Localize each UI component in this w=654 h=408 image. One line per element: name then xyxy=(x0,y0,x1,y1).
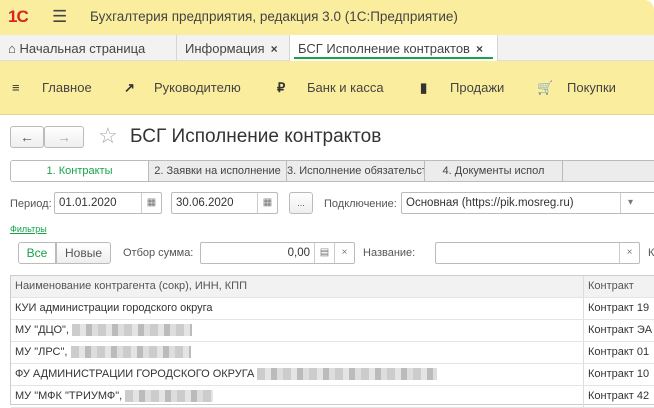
ruble-icon: ₽ xyxy=(277,80,286,95)
redacted-block xyxy=(125,390,214,403)
table-row[interactable]: ФУ АДМИНИСТРАЦИИ ГОРОДСКОГО ОКРУГА Контр… xyxy=(11,364,654,386)
back-button[interactable]: ← xyxy=(10,126,44,148)
sum-input[interactable]: 0,00 ▤ × xyxy=(200,242,355,264)
cell-name: МУ "ЛРС", xyxy=(15,346,68,358)
name-input[interactable]: × xyxy=(435,242,640,264)
section-bank[interactable]: ₽ Банк и касса xyxy=(277,80,384,96)
redacted-block xyxy=(72,324,193,337)
header-name[interactable]: Наименование контрагента (сокр), ИНН, КП… xyxy=(15,276,581,297)
connection-value: Основная (https://pik.mosreg.ru) xyxy=(406,197,574,209)
cell-name: МУ "ДЦО", xyxy=(15,324,69,336)
home-icon: ⌂ xyxy=(8,41,16,56)
menu-icon: ≡ xyxy=(12,80,20,95)
sum-label: Отбор сумма: xyxy=(123,247,194,259)
dropdown-arrow-icon[interactable]: ▾ xyxy=(620,193,640,213)
name-label: Название: xyxy=(363,247,416,259)
section-purchases[interactable]: 🛒 Покупки xyxy=(537,80,616,96)
tab-info[interactable]: Информация × xyxy=(177,35,290,61)
header-contract[interactable]: Контракт xyxy=(583,276,654,297)
tab-home[interactable]: ⌂ Начальная страница xyxy=(0,35,177,61)
period-select-button[interactable]: ... xyxy=(289,192,313,214)
section-manager[interactable]: ↗ Руководителю xyxy=(124,80,241,96)
contracts-table: Наименование контрагента (сокр), ИНН, КП… xyxy=(10,275,654,408)
cart-icon: 🛒 xyxy=(537,80,554,95)
trend-icon: ↗ xyxy=(124,80,135,95)
form-title: БСГ Исполнение контрактов xyxy=(130,126,382,147)
calendar-icon[interactable]: ▦ xyxy=(141,193,161,213)
table-row[interactable]: МУ "МФК "ТРИУМФ", Контракт 42 xyxy=(11,386,654,408)
1c-logo: 1С xyxy=(8,7,29,26)
tab-contracts[interactable]: БСГ Исполнение контрактов × xyxy=(290,35,498,61)
filters-link[interactable]: Фильтры xyxy=(10,224,47,234)
title-bar: 1С ☰ Бухгалтерия предприятия, редакция 3… xyxy=(0,0,654,35)
period-label: Период: xyxy=(10,198,52,210)
sections-panel: ≡ Главное ↗ Руководителю ₽ Банк и касса ▮ Пр… xyxy=(0,61,654,115)
cell-contract: Контракт 19 xyxy=(583,298,654,319)
cell-contract: Контракт 42 xyxy=(583,386,654,407)
tab-contracts-list[interactable]: 1. Контракты xyxy=(11,161,149,181)
connection-select[interactable]: Основная (https://pik.mosreg.ru) ▾ xyxy=(401,192,654,214)
calculator-icon[interactable]: ▤ xyxy=(314,243,334,263)
all-button[interactable]: Все xyxy=(18,242,56,264)
hamburger-menu-icon[interactable]: ☰ xyxy=(52,7,67,27)
cell-contract: Контракт 01 xyxy=(583,342,654,363)
cell-name: МУ "МФК "ТРИУМФ", xyxy=(15,390,123,402)
new-button[interactable]: Новые xyxy=(56,242,111,264)
date-from-input[interactable]: 01.01.2020 ▦ xyxy=(54,192,162,214)
form-tabs: 1. Контракты 2. Заявки на исполнение 3. … xyxy=(10,160,654,182)
trailing-label: К xyxy=(648,247,654,259)
favorite-star-icon[interactable]: ☆ xyxy=(98,123,118,149)
date-to-value: 30.06.2020 xyxy=(176,197,234,209)
section-label: Банк и касса xyxy=(307,80,384,95)
cell-contract: Контракт 10 xyxy=(583,364,654,385)
close-icon[interactable]: × xyxy=(476,42,483,56)
cell-name: ФУ АДМИНИСТРАЦИИ ГОРОДСКОГО ОКРУГА xyxy=(15,368,255,380)
section-label: Руководителю xyxy=(154,80,241,95)
table-row[interactable]: МУ "ДЦО", Контракт ЭА xyxy=(11,320,654,342)
connection-label: Подключение: xyxy=(324,198,397,210)
close-icon[interactable]: × xyxy=(271,42,278,56)
date-to-input[interactable]: 30.06.2020 ▦ xyxy=(171,192,278,214)
clear-icon[interactable]: × xyxy=(334,243,354,263)
tab-label: БСГ Исполнение контрактов xyxy=(298,41,470,56)
table-header: Наименование контрагента (сокр), ИНН, КП… xyxy=(11,276,654,298)
tab-requests[interactable]: 2. Заявки на исполнение xyxy=(149,161,287,181)
clear-icon[interactable]: × xyxy=(619,243,639,263)
table-row[interactable]: МУ "ЛРС", Контракт 01 xyxy=(11,342,654,364)
tab-documents[interactable]: 4. Документы испол xyxy=(425,161,563,181)
table-row[interactable]: КУИ администрации городского округа Контр… xyxy=(11,298,654,320)
redacted-block xyxy=(257,368,438,381)
cell-contract: Контракт ЭА xyxy=(583,320,654,341)
cell-name: КУИ администрации городского округа xyxy=(15,302,213,314)
section-label: Продажи xyxy=(450,80,505,95)
tab-label: Начальная страница xyxy=(19,41,146,56)
calendar-icon[interactable]: ▦ xyxy=(257,193,277,213)
sum-value: 0,00 xyxy=(287,247,310,259)
forward-button[interactable]: → xyxy=(44,126,84,148)
open-tabs-bar: ⌂ Начальная страница Информация × БСГ Исп… xyxy=(0,35,654,61)
section-label: Главное xyxy=(42,80,92,95)
section-sales[interactable]: ▮ Продажи xyxy=(420,80,504,96)
tab-label: Информация xyxy=(185,41,265,56)
tab-obligations[interactable]: 3. Исполнение обязательств xyxy=(287,161,425,181)
section-main[interactable]: ≡ Главное xyxy=(12,80,92,95)
bag-icon: ▮ xyxy=(420,80,428,95)
section-label: Покупки xyxy=(567,80,616,95)
redacted-block xyxy=(70,346,191,359)
app-title: Бухгалтерия предприятия, редакция 3.0 (1… xyxy=(90,9,458,24)
date-from-value: 01.01.2020 xyxy=(59,197,117,209)
